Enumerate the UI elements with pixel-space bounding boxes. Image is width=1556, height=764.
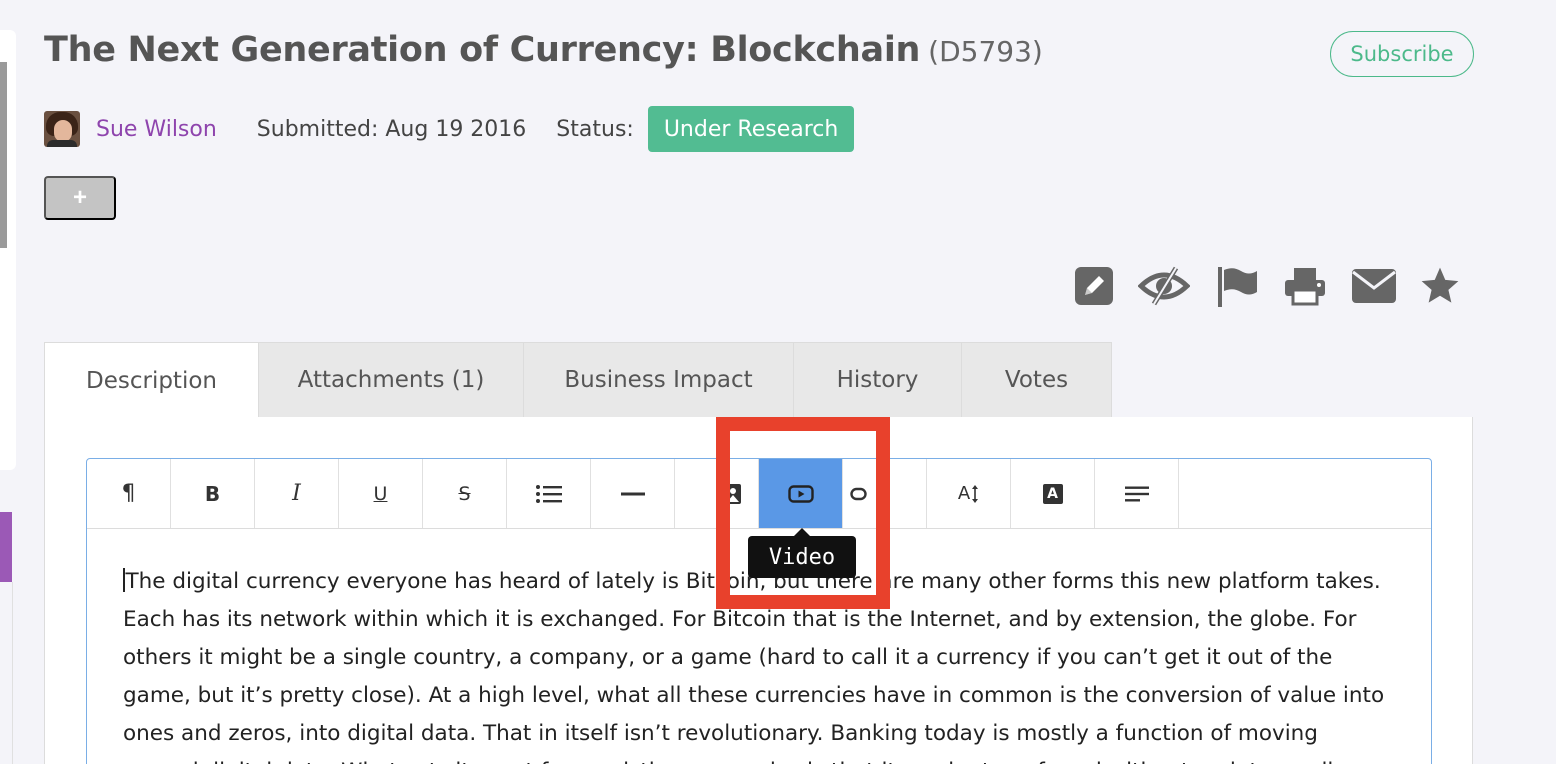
edit-icon[interactable] (1072, 264, 1116, 308)
title-row: The Next Generation of Currency: Blockch… (44, 30, 1043, 70)
avatar[interactable] (44, 111, 80, 147)
email-icon[interactable] (1350, 264, 1398, 308)
meta-row: Sue Wilson Submitted: Aug 19 2016 Status… (44, 106, 855, 152)
left-divider (12, 582, 13, 764)
rich-text-editor: ¶ B I U S A A The digital currency every… (86, 458, 1432, 764)
left-accent-bar (0, 512, 12, 582)
author-link[interactable]: Sue Wilson (96, 117, 217, 142)
submitted-date: Submitted: Aug 19 2016 (256, 116, 527, 142)
flag-icon[interactable] (1214, 264, 1260, 308)
left-sidebar (0, 30, 16, 470)
editor-text: The digital currency everyone has heard … (123, 569, 1385, 764)
list-icon[interactable] (507, 459, 591, 528)
strikethrough-icon[interactable]: S (423, 459, 507, 528)
tab-bar: Description Attachments (1) Business Imp… (44, 342, 1112, 418)
tab-votes[interactable]: Votes (962, 342, 1112, 418)
underline-icon[interactable]: U (339, 459, 423, 528)
tab-history[interactable]: History (794, 342, 962, 418)
align-icon[interactable] (1095, 459, 1179, 528)
page-title: The Next Generation of Currency: Blockch… (44, 30, 921, 70)
add-button[interactable]: + (44, 176, 116, 220)
print-icon[interactable] (1282, 264, 1328, 308)
horizontal-rule-icon[interactable] (591, 459, 675, 528)
star-icon[interactable] (1418, 264, 1462, 308)
video-icon[interactable] (759, 459, 843, 528)
tab-business-impact[interactable]: Business Impact (524, 342, 794, 418)
status-badge: Under Research (647, 106, 855, 152)
image-icon[interactable] (675, 459, 759, 528)
italic-icon[interactable]: I (255, 459, 339, 528)
paragraph-icon[interactable]: ¶ (87, 459, 171, 528)
scrollbar-thumb[interactable] (0, 62, 7, 248)
hide-icon[interactable] (1138, 264, 1190, 308)
idea-id: (D5793) (928, 35, 1043, 68)
status-label: Status: (556, 116, 634, 142)
subscribe-button[interactable]: Subscribe (1330, 31, 1474, 77)
link-icon[interactable] (843, 459, 927, 528)
bold-icon[interactable]: B (171, 459, 255, 528)
tab-attachments[interactable]: Attachments (1) (259, 342, 524, 418)
tab-description[interactable]: Description (44, 342, 259, 418)
font-color-icon[interactable]: A (1011, 459, 1095, 528)
text-caret (123, 568, 125, 592)
video-tooltip: Video (748, 528, 856, 578)
editor-toolbar: ¶ B I U S A A (87, 459, 1431, 529)
font-size-icon[interactable]: A (927, 459, 1011, 528)
action-toolbar (1072, 264, 1462, 308)
